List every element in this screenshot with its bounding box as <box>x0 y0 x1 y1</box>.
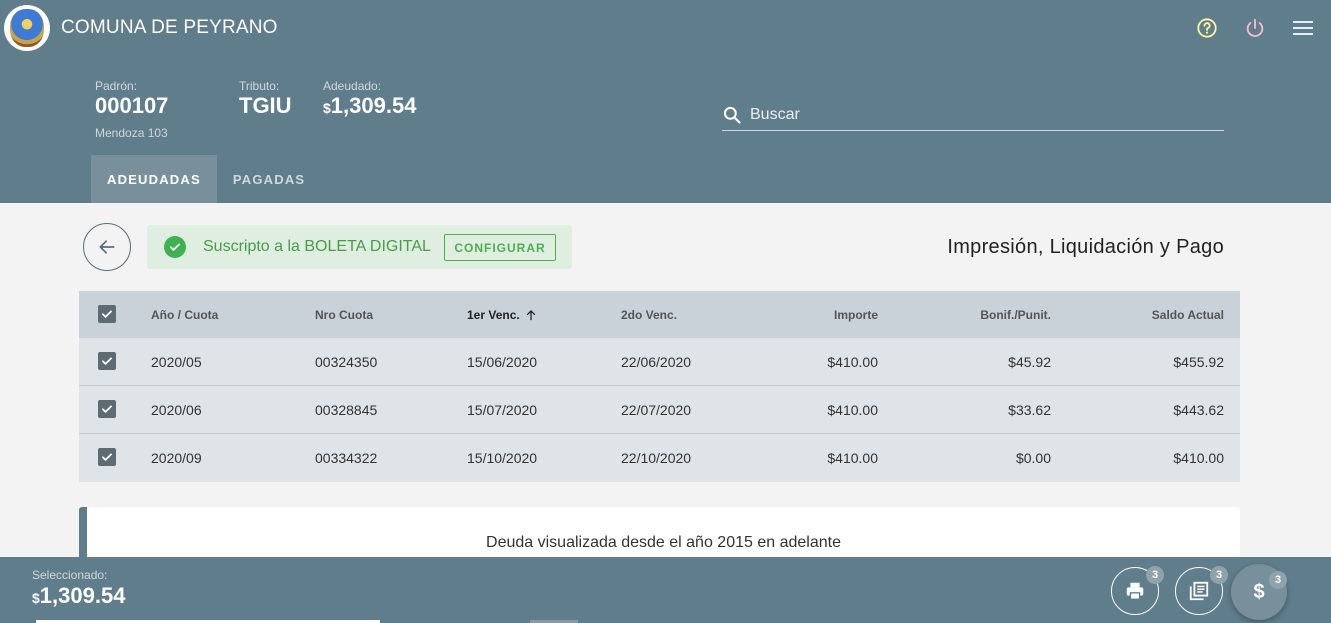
col-saldo-actual[interactable]: Saldo Actual <box>1152 291 1224 338</box>
tributo-value: TGIU <box>239 93 292 118</box>
cell-anio-cuota: 2020/09 <box>151 450 202 466</box>
cell-saldo-actual: $455.92 <box>1173 353 1224 370</box>
cell-2do-venc: 22/06/2020 <box>621 353 692 370</box>
cell-bonif-punit: $0.00 <box>1015 450 1051 466</box>
selection-footer: Seleccionado: $1,309.54 3 3 $ 3 <box>0 557 1331 623</box>
configure-button[interactable]: CONFIGURAR <box>444 234 556 261</box>
pay-count-badge: 3 <box>1269 571 1287 589</box>
tab-adeudadas[interactable]: ADEUDADAS <box>91 155 217 203</box>
app-title: COMUNA DE PEYRANO <box>61 17 278 38</box>
cell-anio-cuota: 2020/06 <box>151 401 202 418</box>
cell-importe: $410.00 <box>827 450 878 466</box>
adeudado-block: Adeudado: $1,309.54 <box>323 79 416 120</box>
pay-button[interactable]: $ 3 <box>1231 564 1287 620</box>
selected-amount: $1,309.54 <box>32 583 125 609</box>
comuna-logo[interactable] <box>4 5 50 51</box>
app-header: COMUNA DE PEYRANO Padrón: 000107 Mendoza… <box>0 0 1331 203</box>
check-circle-icon <box>164 236 186 258</box>
cell-2do-venc: 22/10/2020 <box>621 450 692 466</box>
back-button[interactable] <box>83 223 131 271</box>
cell-saldo-actual: $443.62 <box>1173 401 1224 418</box>
table-row[interactable]: 2020/06 00328845 15/07/2020 22/07/2020 $… <box>79 386 1240 434</box>
selected-label: Seleccionado: <box>32 568 108 582</box>
power-icon[interactable] <box>1243 16 1267 40</box>
arrow-up-sort-icon <box>526 309 535 320</box>
currency-symbol: $ <box>32 590 40 606</box>
print-button[interactable]: 3 <box>1111 566 1164 615</box>
cell-anio-cuota: 2020/05 <box>151 353 202 370</box>
print-count-badge: 3 <box>1146 566 1164 584</box>
selected-value: 1,309.54 <box>39 583 126 608</box>
cell-saldo-actual: $410.00 <box>1173 450 1224 466</box>
tributo-label: Tributo: <box>239 79 280 93</box>
installments-table: Año / Cuota Nro Cuota 1er Venc. 2do Venc… <box>79 291 1240 482</box>
col-1er-venc[interactable]: 1er Venc. <box>467 291 538 338</box>
cell-nro-cuota: 00334322 <box>315 450 378 466</box>
cell-bonif-punit: $45.92 <box>1008 353 1051 370</box>
cell-importe: $410.00 <box>827 353 878 370</box>
liquidation-button[interactable]: 3 <box>1175 566 1228 615</box>
digital-invoice-subscription: Suscripto a la BOLETA DIGITAL CONFIGURAR <box>147 225 572 269</box>
table-row[interactable]: 2020/09 00334322 15/10/2020 22/10/2020 $… <box>79 434 1240 482</box>
liquidation-count-badge: 3 <box>1210 566 1228 584</box>
col-anio-cuota[interactable]: Año / Cuota <box>151 291 218 338</box>
dollar-icon: $ <box>1253 580 1265 603</box>
cell-2do-venc: 22/07/2020 <box>621 401 692 418</box>
col-1er-venc-label: 1er Venc. <box>467 307 520 322</box>
cell-nro-cuota: 00324350 <box>315 353 378 370</box>
search-input[interactable] <box>750 105 1210 124</box>
subscription-text: Suscripto a la BOLETA DIGITAL <box>203 238 431 255</box>
cell-1er-venc: 15/07/2020 <box>467 401 538 418</box>
debt-notice-text: Deuda visualizada desde el año 2015 en a… <box>486 534 841 551</box>
col-2do-venc[interactable]: 2do Venc. <box>621 291 677 338</box>
currency-symbol: $ <box>323 100 331 116</box>
search-box <box>722 99 1224 131</box>
adeudado-label: Adeudado: <box>323 79 382 93</box>
coat-of-arms-icon <box>10 9 44 47</box>
table-header-row: Año / Cuota Nro Cuota 1er Venc. 2do Venc… <box>79 291 1240 338</box>
search-icon <box>723 106 741 124</box>
help-icon[interactable] <box>1195 16 1219 40</box>
document-stack-icon <box>1189 581 1209 601</box>
padron-value: 000107 <box>95 93 169 118</box>
tab-bar: ADEUDADAS PAGADAS <box>91 155 321 203</box>
row-checkbox[interactable] <box>98 352 116 370</box>
cell-importe: $410.00 <box>827 401 878 418</box>
table-row[interactable]: 2020/05 00324350 15/06/2020 22/06/2020 $… <box>79 338 1240 386</box>
col-importe[interactable]: Importe <box>834 291 878 338</box>
tab-pagadas[interactable]: PAGADAS <box>217 155 321 203</box>
adeudado-value: 1,309.54 <box>330 93 417 118</box>
select-all-checkbox[interactable] <box>98 305 116 323</box>
tributo-block: Tributo: TGIU <box>239 79 292 118</box>
cell-bonif-punit: $33.62 <box>1008 401 1051 418</box>
col-nro-cuota[interactable]: Nro Cuota <box>315 291 373 338</box>
padron-block: Padrón: 000107 <box>95 79 168 118</box>
row-checkbox[interactable] <box>98 400 116 418</box>
section-title: Impresión, Liquidación y Pago <box>947 236 1224 258</box>
cell-1er-venc: 15/10/2020 <box>467 450 538 466</box>
cell-1er-venc: 15/06/2020 <box>467 353 538 370</box>
arrow-left-icon <box>99 240 115 254</box>
account-address: Mendoza 103 <box>95 126 168 140</box>
cell-nro-cuota: 00328845 <box>315 401 378 418</box>
hamburger-menu-icon[interactable] <box>1291 16 1315 40</box>
adeudado-amount: $1,309.54 <box>323 94 416 120</box>
col-bonif-punit[interactable]: Bonif./Punit. <box>980 291 1051 338</box>
padron-label: Padrón: <box>95 79 138 93</box>
printer-icon <box>1126 582 1144 600</box>
row-checkbox[interactable] <box>98 448 116 466</box>
